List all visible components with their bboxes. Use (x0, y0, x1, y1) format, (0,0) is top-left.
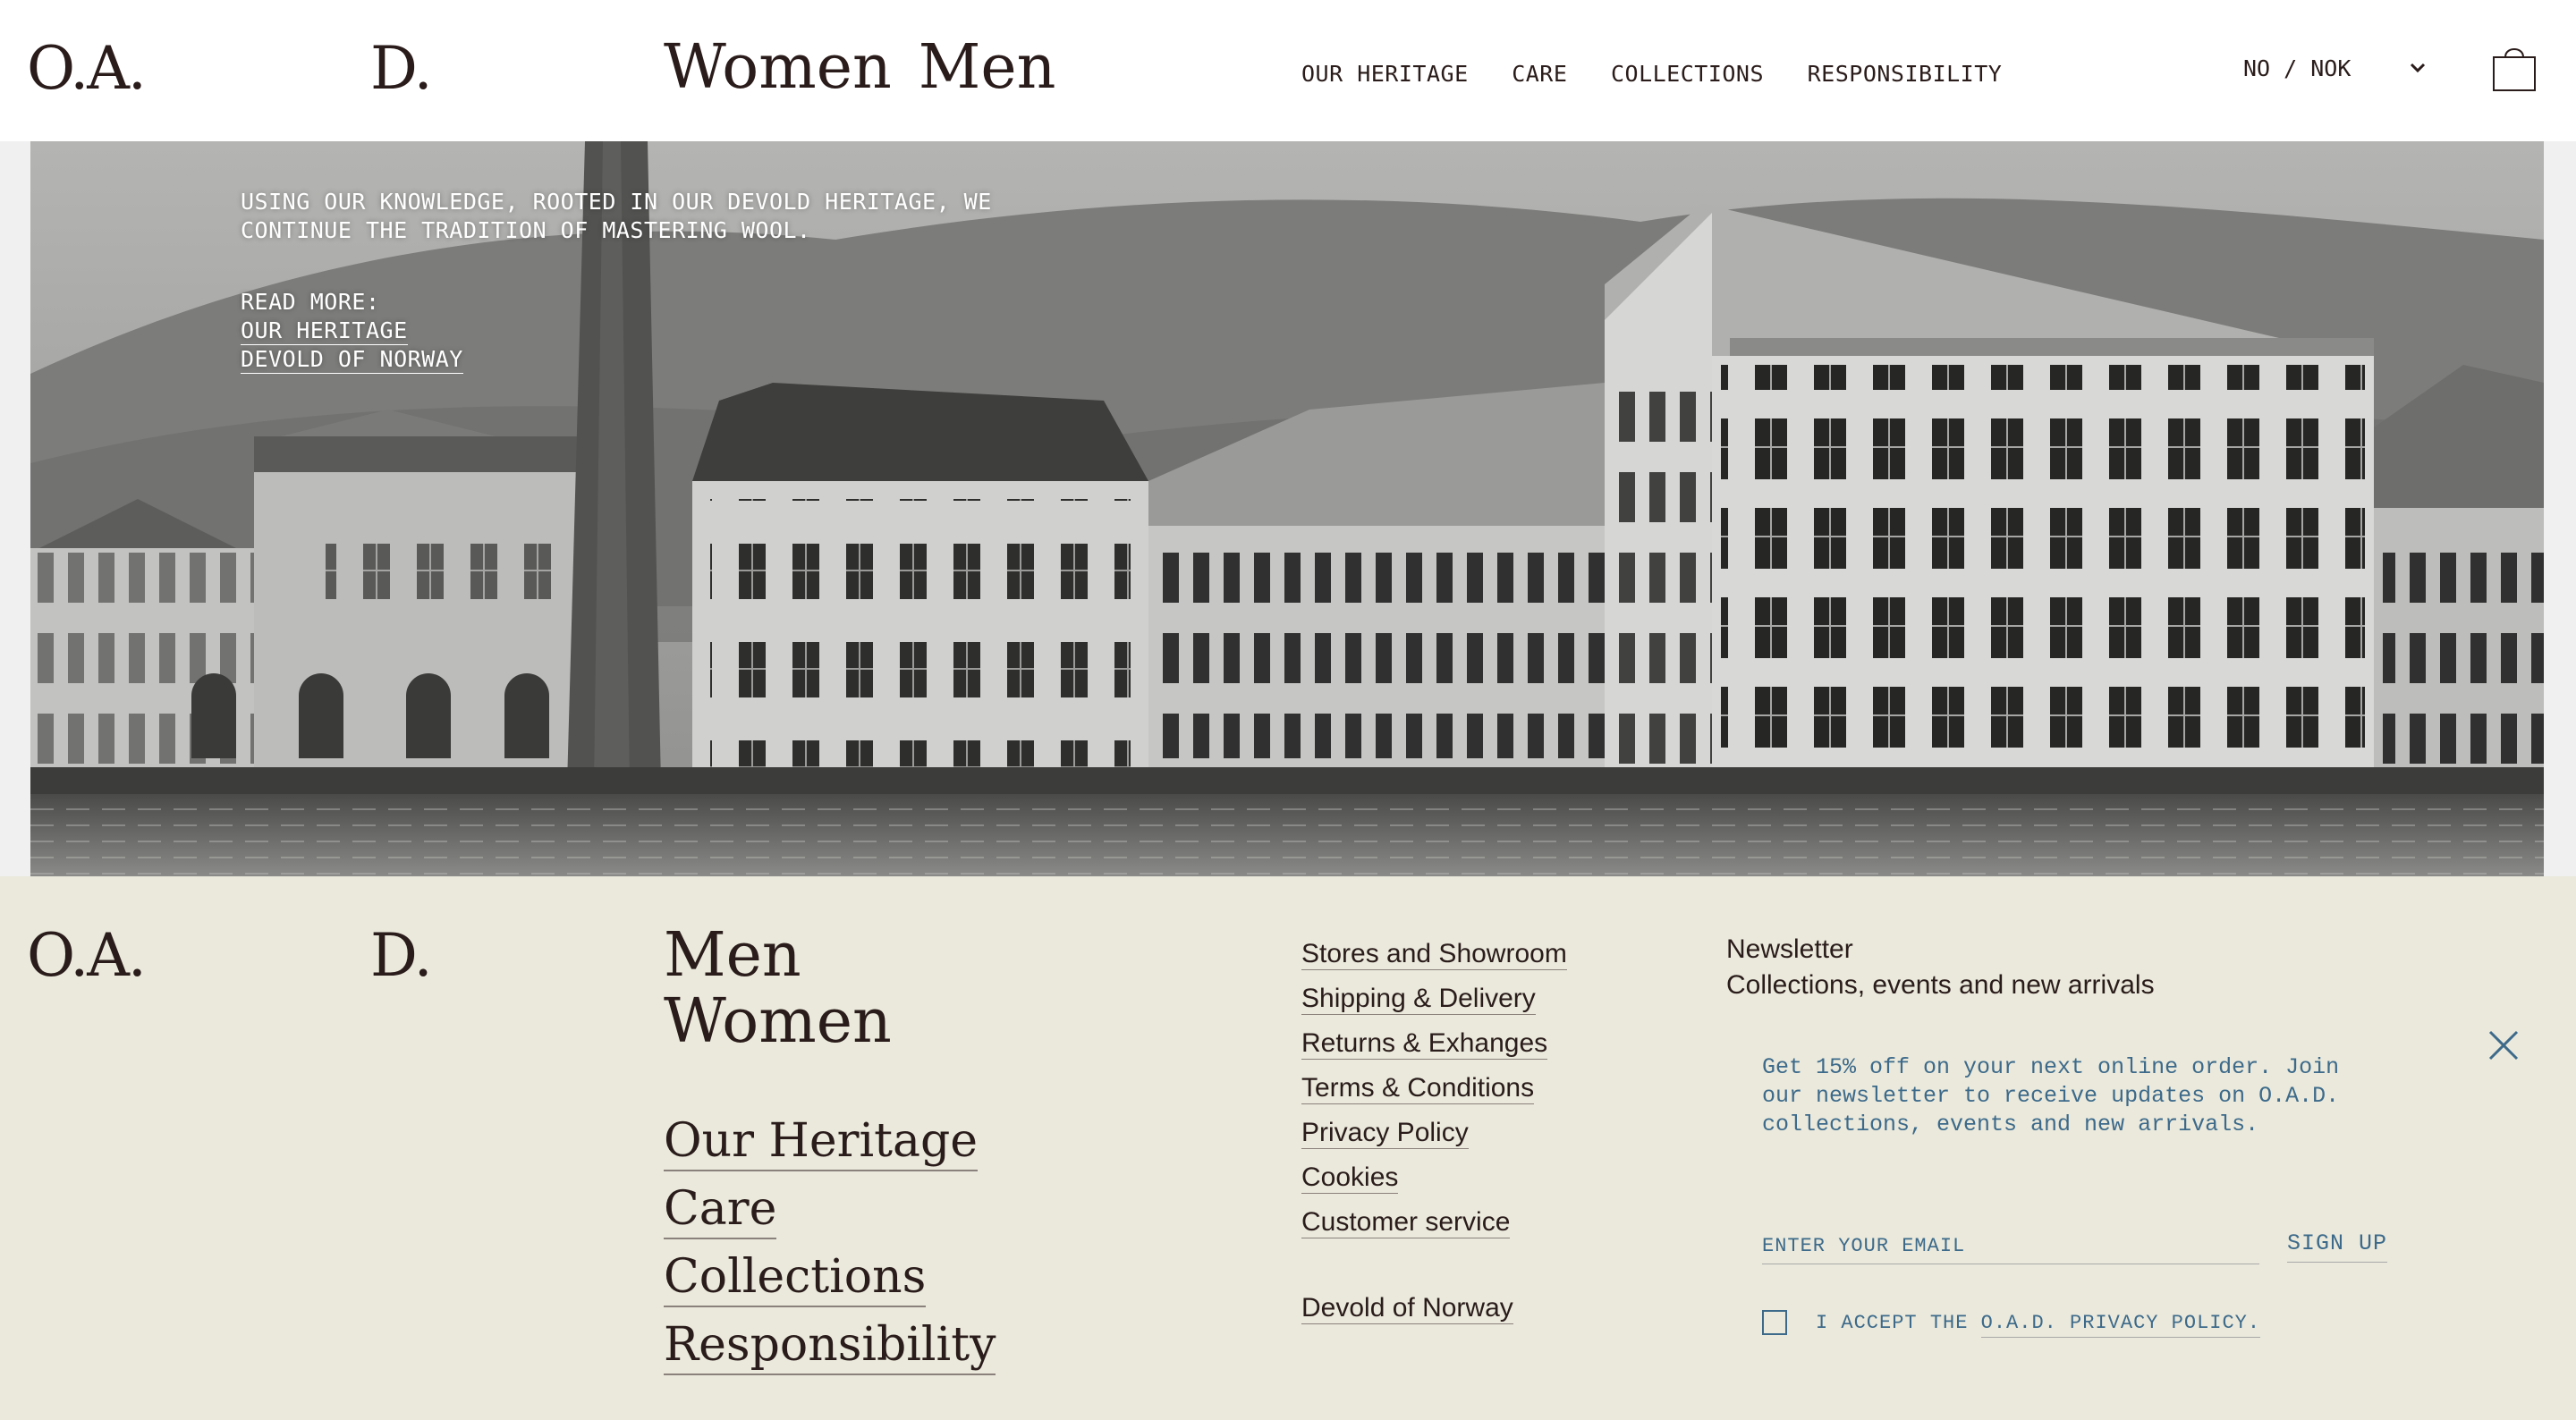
footer-link-stores[interactable]: Stores and Showroom (1301, 939, 1567, 970)
newsletter-heading: Newsletter Collections, events and new a… (1726, 932, 2155, 1003)
close-icon[interactable] (2487, 1028, 2521, 1062)
site-footer: O.A. D. Men Women Our Heritage Care Coll… (0, 876, 2576, 1420)
nav-our-heritage[interactable]: OUR HERITAGE (1301, 61, 1469, 87)
footer-link-terms[interactable]: Terms & Conditions (1301, 1073, 1535, 1104)
footer-link-collections[interactable]: Collections (664, 1250, 927, 1307)
email-input[interactable] (1762, 1230, 2259, 1262)
footer-link-women[interactable]: Women (664, 989, 892, 1055)
email-field-wrapper (1762, 1230, 2259, 1264)
gender-nav: Women Men (664, 38, 1082, 98)
nav-collections[interactable]: COLLECTIONS (1611, 61, 1764, 87)
footer-secondary-links: Stores and Showroom Shipping & Delivery … (1301, 932, 1567, 1331)
footer-link-devold[interactable]: Devold of Norway (1301, 1293, 1513, 1324)
privacy-consent: I ACCEPT THE O.A.D. PRIVACY POLICY. (1762, 1310, 2261, 1338)
footer-link-returns[interactable]: Returns & Exhanges (1301, 1028, 1548, 1060)
hero-link-our-heritage[interactable]: OUR HERITAGE (241, 317, 408, 345)
nav-responsibility[interactable]: RESPONSIBILITY (1808, 61, 2003, 87)
nav-care[interactable]: CARE (1512, 61, 1567, 87)
hero-intro-line-1: USING OUR KNOWLEDGE, ROOTED IN OUR DEVOL… (241, 189, 992, 215)
footer-link-cookies[interactable]: Cookies (1301, 1162, 1399, 1194)
shopping-bag-icon[interactable] (2491, 46, 2538, 93)
logo-d[interactable]: D. (370, 39, 433, 98)
consent-prefix: I ACCEPT THE (1816, 1311, 1969, 1334)
main-nav: OUR HERITAGE CARE COLLECTIONS RESPONSIBI… (1301, 61, 2031, 87)
privacy-policy-link[interactable]: O.A.D. PRIVACY POLICY. (1980, 1311, 2261, 1338)
site-header: O.A. D. Women Men OUR HERITAGE CARE COLLE… (0, 0, 2576, 141)
hero-intro-line-2: CONTINUE THE TRADITION OF MASTERING WOOL… (241, 217, 811, 243)
footer-link-men[interactable]: Men (664, 923, 892, 989)
consent-checkbox[interactable] (1762, 1310, 1787, 1335)
nav-men[interactable]: Men (919, 32, 1056, 103)
hero-link-devold-of-norway[interactable]: DEVOLD OF NORWAY (241, 346, 463, 374)
logo-oa[interactable]: O.A. (27, 39, 147, 98)
footer-logo-oa[interactable]: O.A. (27, 926, 147, 985)
footer-link-responsibility[interactable]: Responsibility (664, 1318, 996, 1375)
newsletter-promo: Get 15% off on your next online order. J… (1762, 1054, 2340, 1137)
hero-section: USING OUR KNOWLEDGE, ROOTED IN OUR DEVOL… (0, 141, 2576, 876)
footer-link-shipping[interactable]: Shipping & Delivery (1301, 984, 1536, 1015)
hero-text: USING OUR KNOWLEDGE, ROOTED IN OUR DEVOL… (241, 188, 992, 374)
chevron-down-icon[interactable] (2408, 59, 2428, 77)
footer-primary-links: Our Heritage Care Collections Responsibi… (664, 1107, 996, 1379)
locale-selector[interactable]: NO / NOK (2243, 55, 2351, 81)
footer-link-privacy[interactable]: Privacy Policy (1301, 1118, 1469, 1149)
footer-link-customer-service[interactable]: Customer service (1301, 1207, 1511, 1238)
newsletter-title: Newsletter (1726, 934, 1853, 964)
sign-up-button[interactable]: SIGN UP (2287, 1230, 2388, 1263)
read-more-label: READ MORE: (241, 289, 380, 315)
newsletter-subtitle: Collections, events and new arrivals (1726, 970, 2155, 1000)
nav-women[interactable]: Women (664, 32, 892, 103)
footer-logo-d[interactable]: D. (370, 926, 433, 985)
footer-link-our-heritage[interactable]: Our Heritage (664, 1114, 979, 1171)
footer-link-care[interactable]: Care (664, 1182, 777, 1239)
footer-gender-links: Men Women (664, 923, 892, 1055)
